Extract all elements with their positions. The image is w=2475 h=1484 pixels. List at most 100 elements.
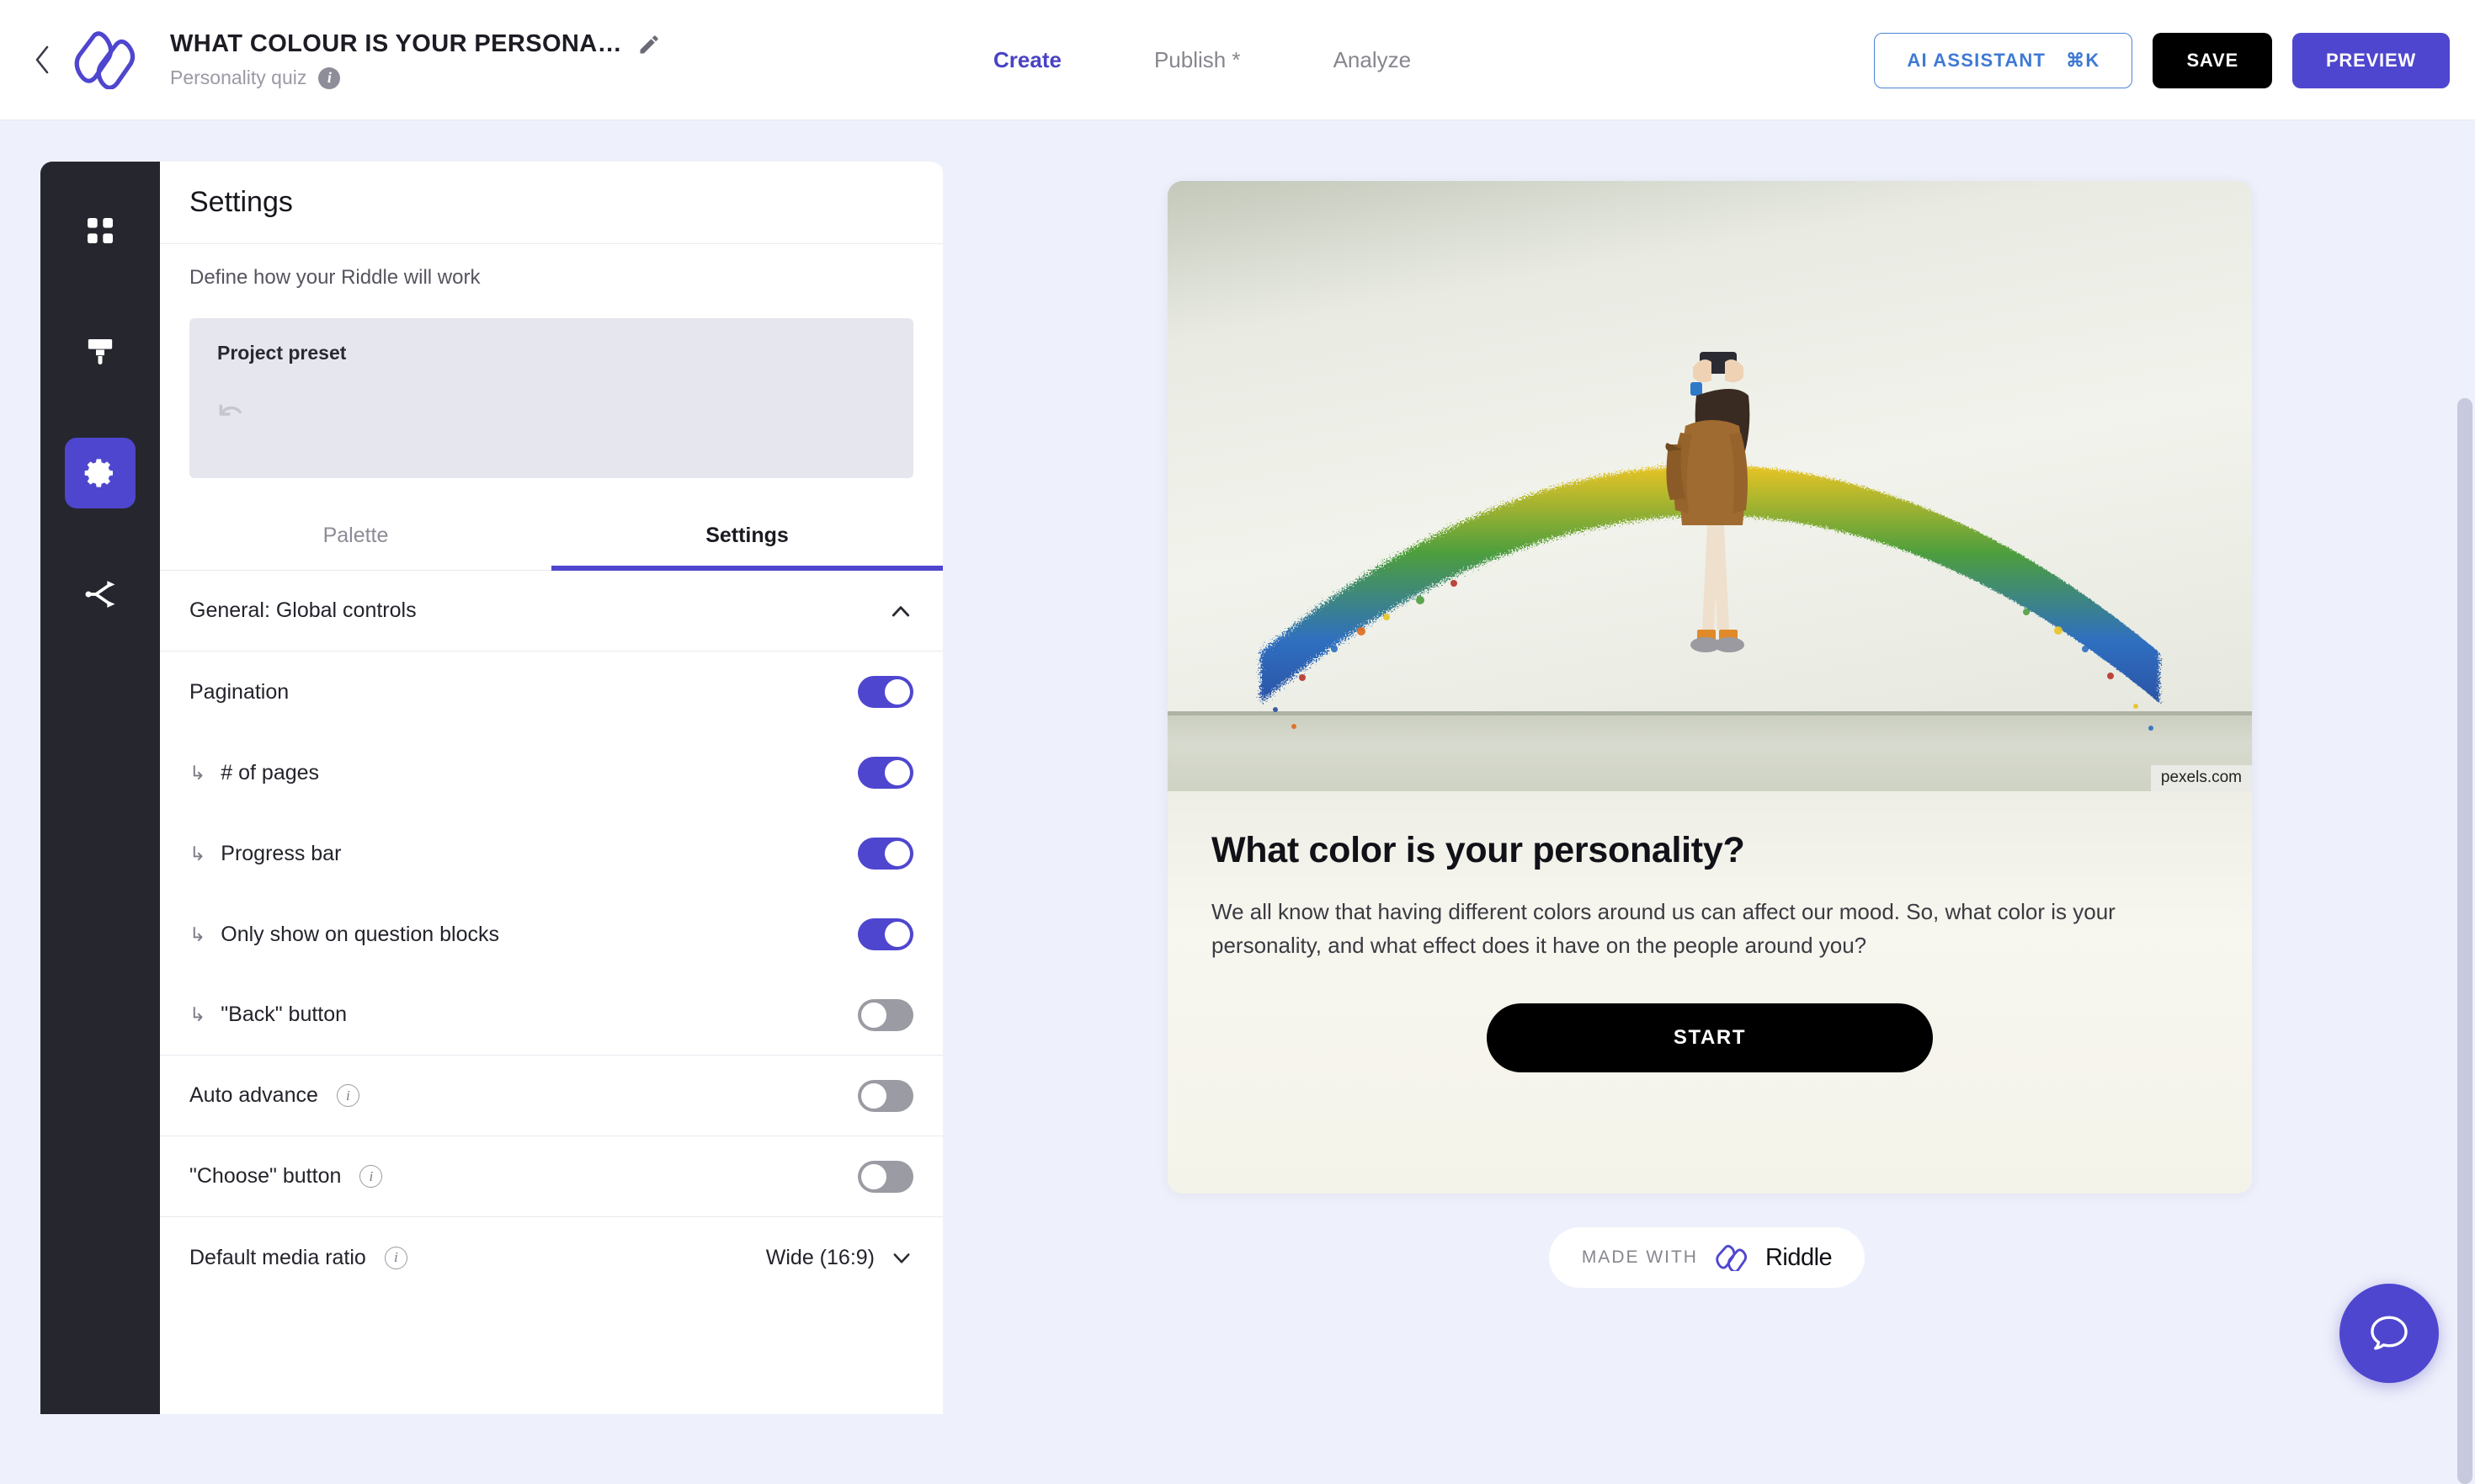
info-icon[interactable]: i: [359, 1165, 383, 1188]
panel-scrollbar-track[interactable]: [929, 162, 1872, 1114]
top-actions: AI ASSISTANT ⌘K SAVE PREVIEW: [1874, 0, 2450, 120]
made-with-label: MADE WITH: [1581, 1247, 1698, 1267]
section-label: General: Global controls: [189, 598, 417, 622]
setting-row-pagination: Pagination: [160, 652, 943, 732]
setting-row-default-media-ratio: Default media ratio i Wide (16:9): [160, 1217, 943, 1298]
quiz-preview-card: pexels.com What color is your personalit…: [1168, 181, 2252, 1194]
nav-tab-create[interactable]: Create: [993, 47, 1062, 73]
sub-arrow-icon: ↳: [189, 761, 206, 784]
nav-tab-analyze[interactable]: Analyze: [1333, 47, 1412, 73]
setting-label: "Back" button: [221, 1003, 348, 1026]
info-icon[interactable]: i: [384, 1246, 407, 1269]
chat-bubble-icon: [2371, 1316, 2408, 1350]
ai-assistant-label: AI ASSISTANT: [1907, 49, 2047, 71]
setting-row-back-button: ↳ "Back" button: [160, 975, 943, 1056]
sub-arrow-icon: ↳: [189, 842, 206, 864]
riddle-logo[interactable]: [66, 26, 141, 93]
preview-button[interactable]: PREVIEW: [2291, 32, 2450, 88]
start-button[interactable]: START: [1487, 1003, 1933, 1072]
quiz-description: We all know that having different colors…: [1211, 899, 2116, 959]
page-scrollbar-track[interactable]: [2455, 120, 2475, 1484]
project-preset-label: Project preset: [217, 342, 347, 364]
save-button[interactable]: SAVE: [2153, 32, 2272, 88]
main-nav: Create Publish * Analyze: [993, 0, 1411, 120]
blocks-grid-icon: [88, 218, 113, 243]
page-title: WHAT COLOUR IS YOUR PERSONA…: [170, 30, 622, 57]
riddle-logo-icon: [1716, 1244, 1748, 1271]
project-title-block: WHAT COLOUR IS YOUR PERSONA… Personality…: [170, 30, 661, 89]
project-type-label: Personality quiz: [170, 66, 307, 88]
setting-row-progress-bar: ↳ Progress bar: [160, 813, 943, 894]
back-button[interactable]: [25, 39, 59, 81]
setting-row-auto-advance: Auto advance i: [160, 1056, 943, 1136]
project-preset-card[interactable]: Project preset: [189, 318, 913, 478]
settings-rows: Pagination ↳ # of pages ↳ Progress bar ↳…: [160, 652, 943, 1298]
sub-arrow-icon: ↳: [189, 1003, 206, 1025]
made-with-riddle-badge[interactable]: MADE WITH Riddle: [1549, 1227, 1865, 1288]
image-credit: pexels.com: [2150, 765, 2252, 791]
toggle-knob: [885, 922, 910, 947]
setting-label: "Choose" button: [189, 1164, 342, 1188]
tab-settings[interactable]: Settings: [551, 508, 943, 571]
setting-label: Auto advance: [189, 1083, 318, 1107]
paintbrush-icon: [88, 339, 113, 364]
toggle-pagination[interactable]: [858, 676, 913, 708]
hero-image: pexels.com: [1168, 181, 2252, 791]
pencil-icon[interactable]: [637, 33, 661, 56]
rail-item-share[interactable]: [65, 559, 136, 630]
toggle-choose-button[interactable]: [858, 1160, 913, 1193]
panel-title: Settings: [189, 186, 293, 218]
toggle-number-of-pages[interactable]: [858, 757, 913, 789]
undo-arrow-icon[interactable]: [215, 401, 248, 434]
setting-label: Progress bar: [221, 841, 342, 865]
settings-panel: Settings Define how your Riddle will wor…: [160, 162, 943, 1414]
select-default-media-ratio[interactable]: Wide (16:9): [766, 1246, 913, 1270]
tab-palette[interactable]: Palette: [160, 508, 551, 570]
setting-label: Pagination: [189, 679, 290, 704]
info-icon[interactable]: i: [336, 1084, 359, 1107]
toggle-auto-advance[interactable]: [858, 1079, 913, 1112]
toggle-knob: [861, 1163, 886, 1189]
page-scrollbar-thumb[interactable]: [2457, 398, 2472, 1484]
panel-subtitle: Define how your Riddle will work: [189, 266, 481, 289]
setting-label: Only show on question blocks: [221, 922, 500, 946]
gear-icon: [84, 459, 113, 487]
panel-tabs: Palette Settings: [160, 508, 943, 571]
quiz-title: What color is your personality?: [1211, 830, 1745, 870]
riddle-brand-label: Riddle: [1764, 1243, 1833, 1271]
panel-header: Settings: [160, 162, 943, 244]
toggle-back-button[interactable]: [858, 998, 913, 1031]
setting-label: # of pages: [221, 760, 320, 785]
sub-arrow-icon: ↳: [189, 923, 206, 945]
riddle-logo-icon: [74, 31, 136, 89]
ai-assistant-button[interactable]: AI ASSISTANT ⌘K: [1874, 32, 2133, 88]
chat-support-button[interactable]: [2339, 1284, 2439, 1383]
toggle-knob: [885, 679, 910, 705]
share-nodes-icon: [85, 581, 115, 608]
person-photographing-illustration: [1665, 352, 1750, 652]
toggle-knob: [885, 760, 910, 785]
chevron-up-icon[interactable]: [888, 598, 913, 624]
top-bar: WHAT COLOUR IS YOUR PERSONA… Personality…: [0, 0, 2475, 120]
setting-row-number-of-pages: ↳ # of pages: [160, 732, 943, 813]
setting-label: Default media ratio: [189, 1245, 366, 1269]
section-general-global-controls[interactable]: General: Global controls: [160, 571, 943, 652]
nav-tab-publish[interactable]: Publish *: [1154, 47, 1241, 73]
chevron-down-icon: [893, 1253, 910, 1263]
select-value: Wide (16:9): [765, 1245, 875, 1269]
toggle-knob: [861, 1082, 886, 1109]
toggle-knob: [861, 1002, 886, 1028]
info-icon[interactable]: i: [318, 66, 341, 89]
toggle-progress-bar[interactable]: [858, 838, 913, 870]
icon-rail: [40, 162, 160, 1414]
toggle-only-show-on-question-blocks[interactable]: [858, 918, 913, 950]
chevron-left-icon: [35, 45, 49, 74]
quiz-card-body: What color is your personality? We all k…: [1168, 791, 2252, 1194]
ai-assistant-shortcut: ⌘K: [2066, 49, 2100, 71]
setting-row-only-show-on-question-blocks: ↳ Only show on question blocks: [160, 894, 943, 975]
rail-item-blocks[interactable]: [65, 195, 136, 266]
setting-row-choose-button: "Choose" button i: [160, 1136, 943, 1217]
rail-item-settings[interactable]: [65, 438, 136, 508]
toggle-knob: [885, 841, 910, 866]
rail-item-design[interactable]: [65, 316, 136, 387]
